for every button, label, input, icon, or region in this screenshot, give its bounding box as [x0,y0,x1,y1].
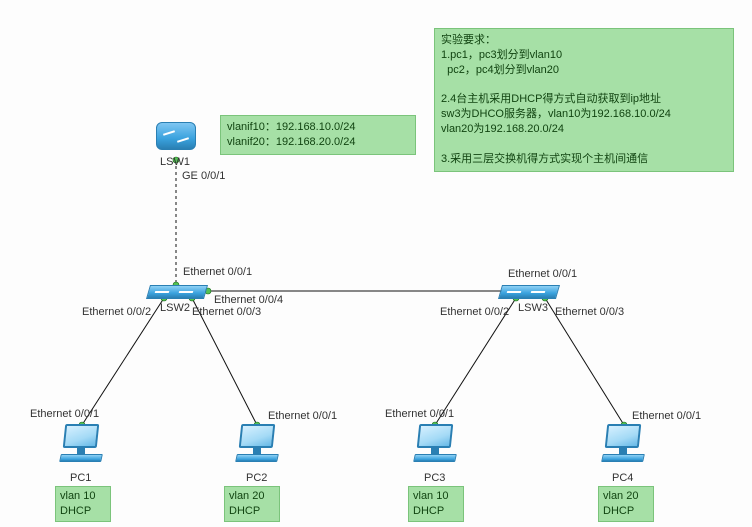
requirements-note[interactable]: 实验要求： 1.pc1，pc3划分到vlan10 pc2，pc4划分到vlan2… [434,28,734,172]
port-pc2-e001: Ethernet 0/0/1 [268,410,337,422]
req-2c: vlan20为192.168.20.0/24 [441,123,564,135]
pc-base-icon [59,454,103,462]
pc-monitor-icon [417,424,454,448]
topology-canvas: vlanif10：192.168.10.0/24 vlanif20：192.16… [0,0,752,527]
pc-base-icon [601,454,645,462]
req-2a: 2.4台主机采用DHCP得方式自动获取到ip地址 [441,93,661,105]
req-1a: 1.pc1，pc3划分到vlan10 [441,49,562,61]
switch-icon [146,285,208,299]
port-lsw3-e001: Ethernet 0/0/1 [508,268,577,280]
pc3-vlan: vlan 10 [413,490,448,502]
pc-monitor-icon [63,424,100,448]
router-icon [156,122,196,150]
req-3: 3.采用三层交换机得方式实现个主机间通信 [441,153,648,165]
pc1-vlan: vlan 10 [60,490,95,502]
req-2b: sw3为DHCO服务器，vlan10为192.168.10.0/24 [441,108,671,120]
vlanif-line2: vlanif20：192.168.20.0/24 [227,136,355,148]
port-pc1-e001: Ethernet 0/0/1 [30,408,99,420]
pc4-vlan-note[interactable]: vlan 20 DHCP [598,486,654,522]
label-lsw1: LSW1 [160,156,190,168]
label-pc3: PC3 [424,472,445,484]
req-1b: pc2，pc4划分到vlan20 [441,64,559,76]
label-pc1: PC1 [70,472,91,484]
vlanif-line1: vlanif10：192.168.10.0/24 [227,121,355,133]
switch-icon [498,285,560,299]
port-lsw2-e003: Ethernet 0/0/3 [192,306,261,318]
pc2-vlan-note[interactable]: vlan 20 DHCP [224,486,280,522]
label-lsw3: LSW3 [518,302,548,314]
port-lsw3-e003: Ethernet 0/0/3 [555,306,624,318]
port-lsw2-e001: Ethernet 0/0/1 [183,266,252,278]
device-pc1[interactable] [60,424,102,470]
pc4-vlan: vlan 20 [603,490,638,502]
pc1-dhcp: DHCP [60,505,91,517]
port-lsw2-e004: Ethernet 0/0/4 [214,294,283,306]
pc-monitor-icon [605,424,642,448]
port-pc3-e001: Ethernet 0/0/1 [385,408,454,420]
pc-base-icon [235,454,279,462]
pc1-vlan-note[interactable]: vlan 10 DHCP [55,486,111,522]
device-pc4[interactable] [602,424,644,470]
port-lsw1-ge001: GE 0/0/1 [182,170,225,182]
label-lsw2: LSW2 [160,302,190,314]
pc2-dhcp: DHCP [229,505,260,517]
vlanif-note[interactable]: vlanif10：192.168.10.0/24 vlanif20：192.16… [220,115,416,155]
label-pc4: PC4 [612,472,633,484]
pc4-dhcp: DHCP [603,505,634,517]
pc3-vlan-note[interactable]: vlan 10 DHCP [408,486,464,522]
pc-monitor-icon [239,424,276,448]
label-pc2: PC2 [246,472,267,484]
port-pc4-e001: Ethernet 0/0/1 [632,410,701,422]
pc-base-icon [413,454,457,462]
device-pc3[interactable] [414,424,456,470]
device-pc2[interactable] [236,424,278,470]
pc2-vlan: vlan 20 [229,490,264,502]
device-lsw1[interactable] [156,122,196,158]
port-lsw3-e002: Ethernet 0/0/2 [440,306,509,318]
pc3-dhcp: DHCP [413,505,444,517]
port-lsw2-e002: Ethernet 0/0/2 [82,306,151,318]
req-title: 实验要求： [441,34,496,46]
